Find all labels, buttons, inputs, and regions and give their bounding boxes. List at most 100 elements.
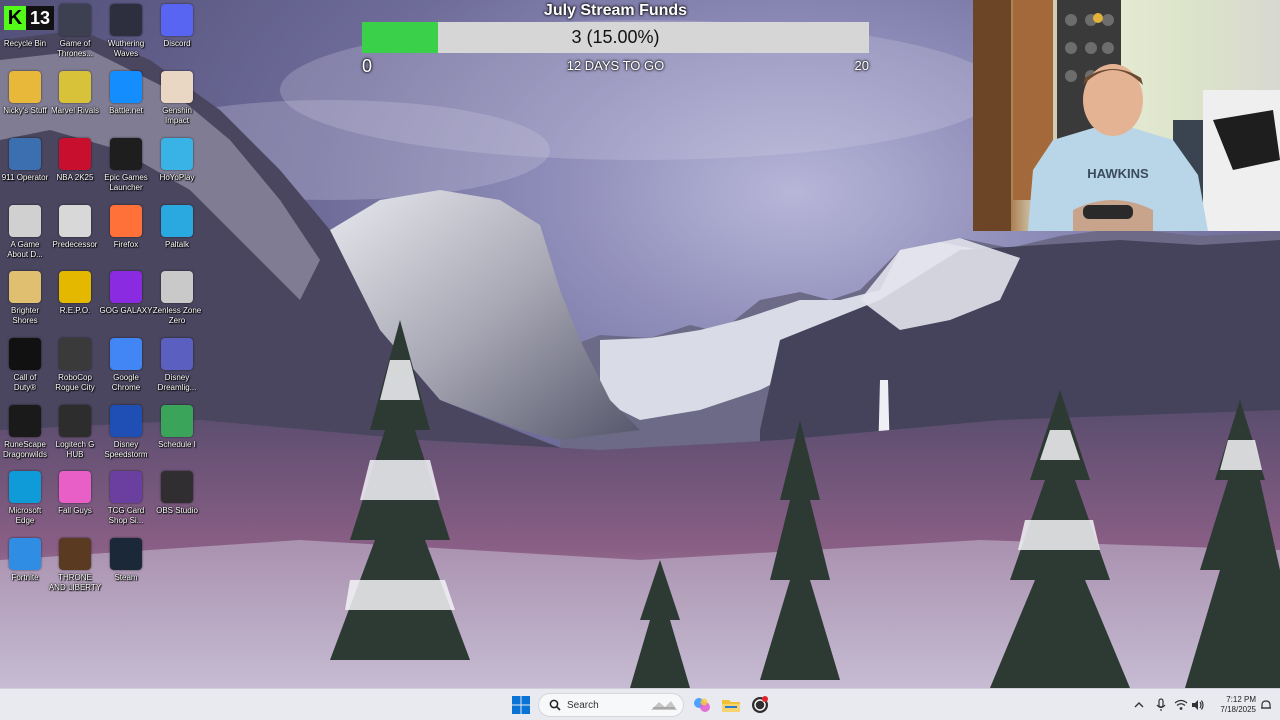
windows-logo-icon bbox=[512, 696, 530, 714]
game-about-icon bbox=[9, 205, 41, 237]
webcam-person-figure: HAWKINS bbox=[973, 0, 1280, 231]
desktop-icon[interactable]: RoboCop Rogue City bbox=[50, 334, 100, 400]
fortnite-icon bbox=[9, 538, 41, 570]
brighter-shores-icon bbox=[9, 271, 41, 303]
copilot-icon[interactable] bbox=[692, 695, 712, 715]
file-explorer-icon[interactable] bbox=[721, 695, 741, 715]
desktop-icon[interactable]: Steam bbox=[101, 534, 151, 600]
desktop-icon[interactable]: Game of Thrones... bbox=[50, 0, 100, 66]
desktop-icon[interactable]: Wuthering Waves bbox=[101, 0, 151, 66]
desktop-icon[interactable]: Nicky's Stuff bbox=[0, 67, 50, 133]
desktop-icon[interactable]: GOG GALAXY bbox=[100, 267, 152, 333]
desktop-icon[interactable]: Schedule I bbox=[152, 401, 202, 467]
desktop-icon[interactable]: Firefox bbox=[101, 201, 151, 267]
predecessor-icon bbox=[59, 205, 91, 237]
schedule-i-icon bbox=[161, 405, 193, 437]
desktop-icon-label: Zenless Zone Zero bbox=[152, 306, 202, 325]
taskbar-clock[interactable]: 7:12 PM 7/18/2025 bbox=[1208, 695, 1256, 715]
stream-goal-widget: July Stream Funds 3 (15.00%) 0 12 DAYS T… bbox=[362, 0, 869, 78]
show-hidden-icons-chevron-icon[interactable] bbox=[1131, 697, 1147, 713]
desktop-icon[interactable]: HoYoPlay bbox=[152, 134, 202, 200]
edge-icon bbox=[9, 471, 41, 503]
microphone-icon[interactable] bbox=[1153, 697, 1169, 713]
desktop-icon[interactable]: RuneScape Dragonwilds bbox=[0, 401, 50, 467]
robocop-icon bbox=[59, 338, 91, 370]
search-placeholder: Search bbox=[567, 699, 599, 711]
marvel-rivals-icon bbox=[59, 71, 91, 103]
desktop-icon[interactable]: Disney Speedstorm bbox=[101, 401, 151, 467]
search-highlight-art-icon bbox=[651, 701, 677, 710]
desktop-icon-label: Discord bbox=[163, 39, 191, 48]
taskbar-search-box[interactable]: Search bbox=[538, 693, 684, 717]
desktop-icon[interactable]: Recycle Bin bbox=[0, 0, 50, 66]
desktop-icon[interactable]: Fortnite bbox=[0, 534, 50, 600]
nba-2k25-icon bbox=[59, 138, 91, 170]
desktop-icon[interactable]: Genshin Impact bbox=[152, 67, 202, 133]
zenless-zone-zero-icon bbox=[161, 271, 193, 303]
desktop-icon[interactable]: Epic Games Launcher bbox=[101, 134, 151, 200]
volume-icon[interactable] bbox=[1190, 697, 1206, 713]
desktop-icon[interactable]: OBS Studio bbox=[152, 467, 202, 533]
desktop-icon[interactable]: Fall Guys bbox=[50, 467, 100, 533]
desktop-icon[interactable]: Marvel Rivals bbox=[50, 67, 100, 133]
stream-goal-progress-text: 3 (15.00%) bbox=[571, 27, 660, 47]
clock-date: 7/18/2025 bbox=[1220, 705, 1256, 714]
desktop-icon[interactable]: Zenless Zone Zero bbox=[152, 267, 202, 333]
desktop-icon[interactable]: THRONE AND LIBERTY bbox=[49, 534, 101, 600]
desktop-icon-label: Steam bbox=[114, 573, 138, 582]
wifi-icon[interactable] bbox=[1173, 697, 1189, 713]
runescape-icon bbox=[9, 405, 41, 437]
desktop-icon[interactable]: Paltalk bbox=[152, 201, 202, 267]
webcam-shirt-text: HAWKINS bbox=[1087, 166, 1149, 181]
tcg-card-shop-icon bbox=[110, 471, 142, 503]
webcam-overlay: HAWKINS bbox=[973, 0, 1280, 231]
throne-and-liberty-icon bbox=[59, 538, 91, 570]
paltalk-icon bbox=[161, 205, 193, 237]
desktop-icon[interactable]: R.E.P.O. bbox=[50, 267, 100, 333]
game-of-thrones-icon bbox=[59, 4, 91, 36]
fall-guys-icon bbox=[59, 471, 91, 503]
desktop-icon[interactable]: Predecessor bbox=[50, 201, 100, 267]
discord-icon bbox=[161, 4, 193, 36]
obs-taskbar-icon[interactable] bbox=[750, 695, 770, 715]
steam-icon bbox=[110, 538, 142, 570]
desktop-icon-label: Genshin Impact bbox=[162, 106, 192, 125]
hoyoplay-icon bbox=[161, 138, 193, 170]
repo-icon bbox=[59, 271, 91, 303]
desktop-icon[interactable]: Logitech G HUB bbox=[50, 401, 100, 467]
desktop-icon[interactable]: NBA 2K25 bbox=[50, 134, 100, 200]
desktop-icon[interactable]: Disney Dreamlig... bbox=[152, 334, 202, 400]
desktop-icon[interactable]: Microsoft Edge bbox=[0, 467, 50, 533]
desktop-icon-label: OBS Studio bbox=[156, 506, 198, 515]
desktop-icon-label: Schedule I bbox=[158, 440, 196, 449]
logitech-ghub-icon bbox=[59, 405, 91, 437]
desktop-icon-label: Disney Dreamlig... bbox=[157, 373, 197, 392]
911-operator-icon bbox=[9, 138, 41, 170]
firefox-icon bbox=[110, 205, 142, 237]
search-icon bbox=[545, 699, 565, 711]
clock-time: 7:12 PM bbox=[1226, 695, 1256, 704]
wuthering-waves-icon bbox=[110, 4, 142, 36]
battle-net-icon bbox=[110, 71, 142, 103]
desktop-icon[interactable]: Battle.net bbox=[101, 67, 151, 133]
call-of-duty-icon bbox=[9, 338, 41, 370]
stream-goal-title: July Stream Funds bbox=[543, 2, 688, 19]
gog-galaxy-icon bbox=[110, 271, 142, 303]
desktop-icon-label: Paltalk bbox=[164, 240, 189, 249]
desktop-icon[interactable]: A Game About D... bbox=[0, 201, 50, 267]
notification-bell-icon[interactable] bbox=[1258, 697, 1274, 713]
folder-icon bbox=[9, 71, 41, 103]
desktop-icon[interactable]: Call of Duty® bbox=[0, 334, 50, 400]
taskbar: Search 7:12 PM 7/18/2025 bbox=[0, 688, 1280, 720]
stream-goal-progress-bar: 3 (15.00%) bbox=[362, 22, 869, 53]
desktop-icon-label: HoYoPlay bbox=[159, 173, 195, 182]
stream-goal-days-label: 12 DAYS TO GO bbox=[566, 58, 665, 73]
disney-dreamlight-icon bbox=[161, 338, 193, 370]
desktop-icon[interactable]: TCG Card Shop Si... bbox=[101, 467, 151, 533]
desktop-icon[interactable]: Google Chrome bbox=[101, 334, 151, 400]
start-button[interactable] bbox=[512, 696, 530, 714]
disney-speedstorm-icon bbox=[110, 405, 142, 437]
desktop-icon[interactable]: 911 Operator bbox=[0, 134, 50, 200]
desktop-icon[interactable]: Brighter Shores bbox=[0, 267, 50, 333]
desktop-icon[interactable]: Discord bbox=[152, 0, 202, 66]
